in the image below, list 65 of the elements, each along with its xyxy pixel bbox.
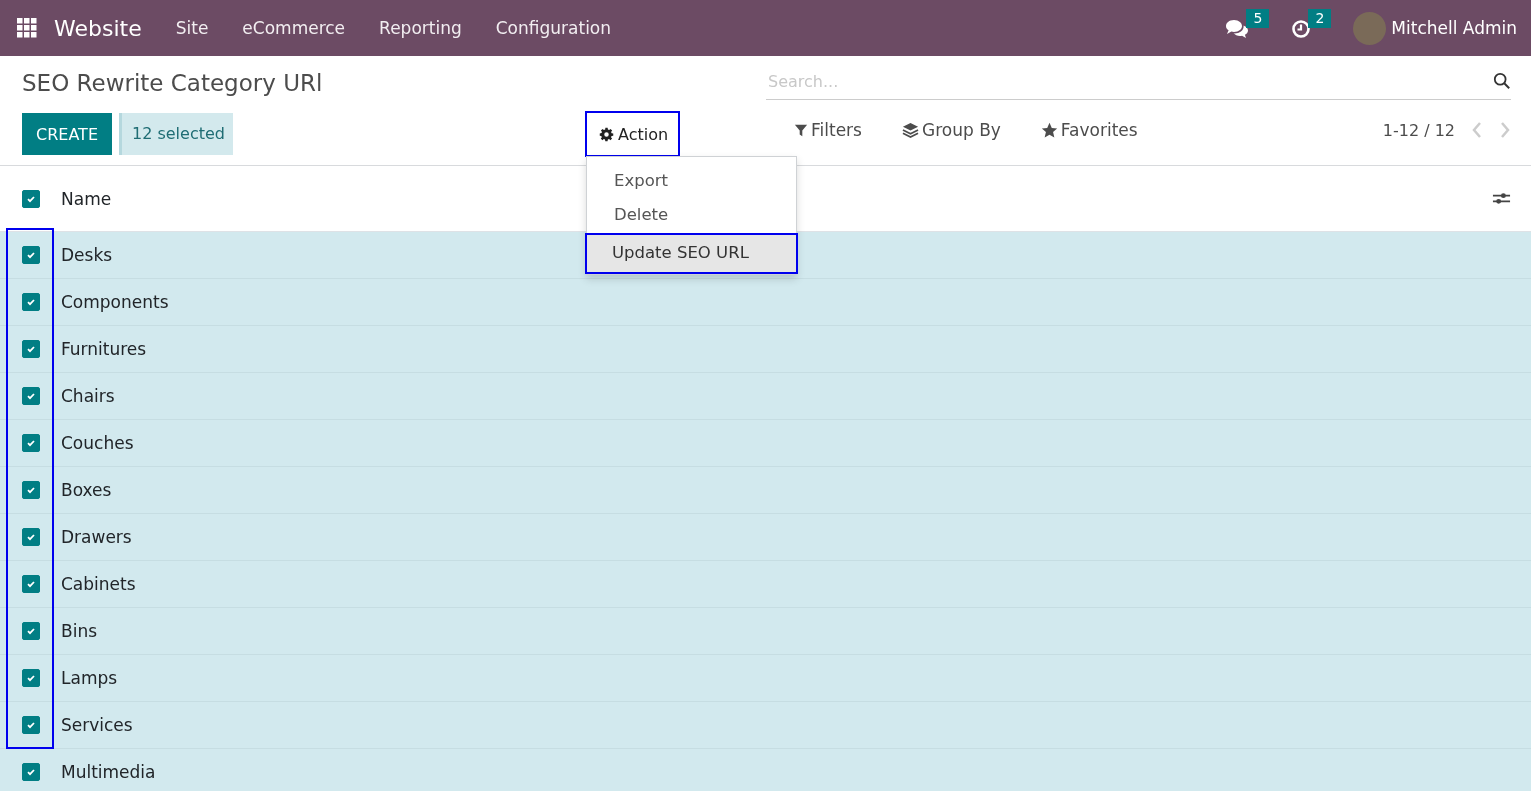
checkbox[interactable] [22, 575, 40, 593]
name-cell: Chairs [61, 386, 115, 406]
chat-bubbles-icon[interactable] [1225, 19, 1250, 39]
action-button[interactable]: Action [584, 111, 681, 157]
check-mark-icon [26, 391, 36, 401]
menu-item[interactable]: Update SEO URL [584, 233, 798, 274]
favorites-button[interactable]: Favorites [1012, 120, 1150, 140]
check-mark-icon [26, 250, 36, 260]
checkbox[interactable] [22, 528, 40, 546]
checkbox[interactable] [22, 481, 40, 499]
user-name[interactable]: Mitchell Admin [1391, 18, 1517, 38]
checkbox[interactable] [22, 189, 40, 208]
selected-count: 12 selected [119, 113, 233, 155]
check-mark-icon [26, 579, 36, 589]
checkbox[interactable] [22, 622, 40, 640]
check-mark-icon [26, 532, 36, 542]
name-cell: Furnitures [61, 339, 147, 359]
menu-item[interactable]: Export [584, 165, 798, 199]
checkbox[interactable] [22, 669, 40, 687]
star-icon [1040, 121, 1058, 139]
name-cell: Drawers [61, 527, 132, 547]
check-mark-icon [26, 720, 36, 730]
app-name[interactable]: Website [54, 15, 142, 41]
filters-button[interactable]: Filters [766, 120, 874, 140]
menu-link[interactable]: eCommerce [225, 18, 363, 38]
column-header[interactable]: Name [61, 188, 112, 209]
create-button[interactable]: CREATE [22, 113, 112, 155]
check-mark-icon [26, 485, 36, 495]
check-mark-icon [26, 626, 36, 636]
avatar-circle [1353, 11, 1387, 45]
check-mark-icon [26, 438, 36, 448]
checkbox[interactable] [22, 340, 40, 358]
name-cell: Lamps [61, 668, 118, 688]
menu-link[interactable]: Site [158, 18, 226, 38]
name-cell: Components [61, 292, 169, 312]
name-cell: Boxes [61, 480, 112, 500]
checkbox[interactable] [22, 246, 40, 264]
check-mark-icon [26, 673, 36, 683]
message-count-badge: 5 [1246, 9, 1270, 28]
name-cell: Cabinets [61, 574, 136, 594]
gear-icon [598, 126, 614, 142]
menu-link[interactable]: Reporting [362, 18, 479, 38]
pager-value: 1-12 / 12 [1382, 120, 1455, 140]
layers-icon [901, 121, 919, 139]
page-title: SEO Rewrite Category URl [22, 70, 324, 98]
name-cell: Services [61, 715, 133, 735]
name-cell: Desks [61, 245, 113, 265]
menu-link[interactable]: Configuration [478, 18, 629, 38]
clock-icon[interactable] [1291, 19, 1312, 39]
check-mark-icon [26, 767, 36, 777]
checkbox[interactable] [22, 387, 40, 405]
menu-item[interactable]: Delete [584, 199, 798, 233]
check-mark-icon [26, 344, 36, 354]
check-mark-icon [26, 297, 36, 307]
checkbox[interactable] [22, 763, 40, 781]
checkbox[interactable] [22, 293, 40, 311]
apps-grid-icon[interactable] [17, 18, 37, 38]
name-cell: Bins [61, 621, 98, 641]
checkbox[interactable] [22, 716, 40, 734]
funnel-icon [794, 123, 808, 137]
activity-count-badge: 2 [1308, 9, 1332, 28]
checkbox[interactable] [22, 434, 40, 452]
name-cell: Couches [61, 433, 134, 453]
group-by-button[interactable]: Group By [873, 120, 1013, 140]
name-cell: Multimedia [61, 762, 156, 782]
